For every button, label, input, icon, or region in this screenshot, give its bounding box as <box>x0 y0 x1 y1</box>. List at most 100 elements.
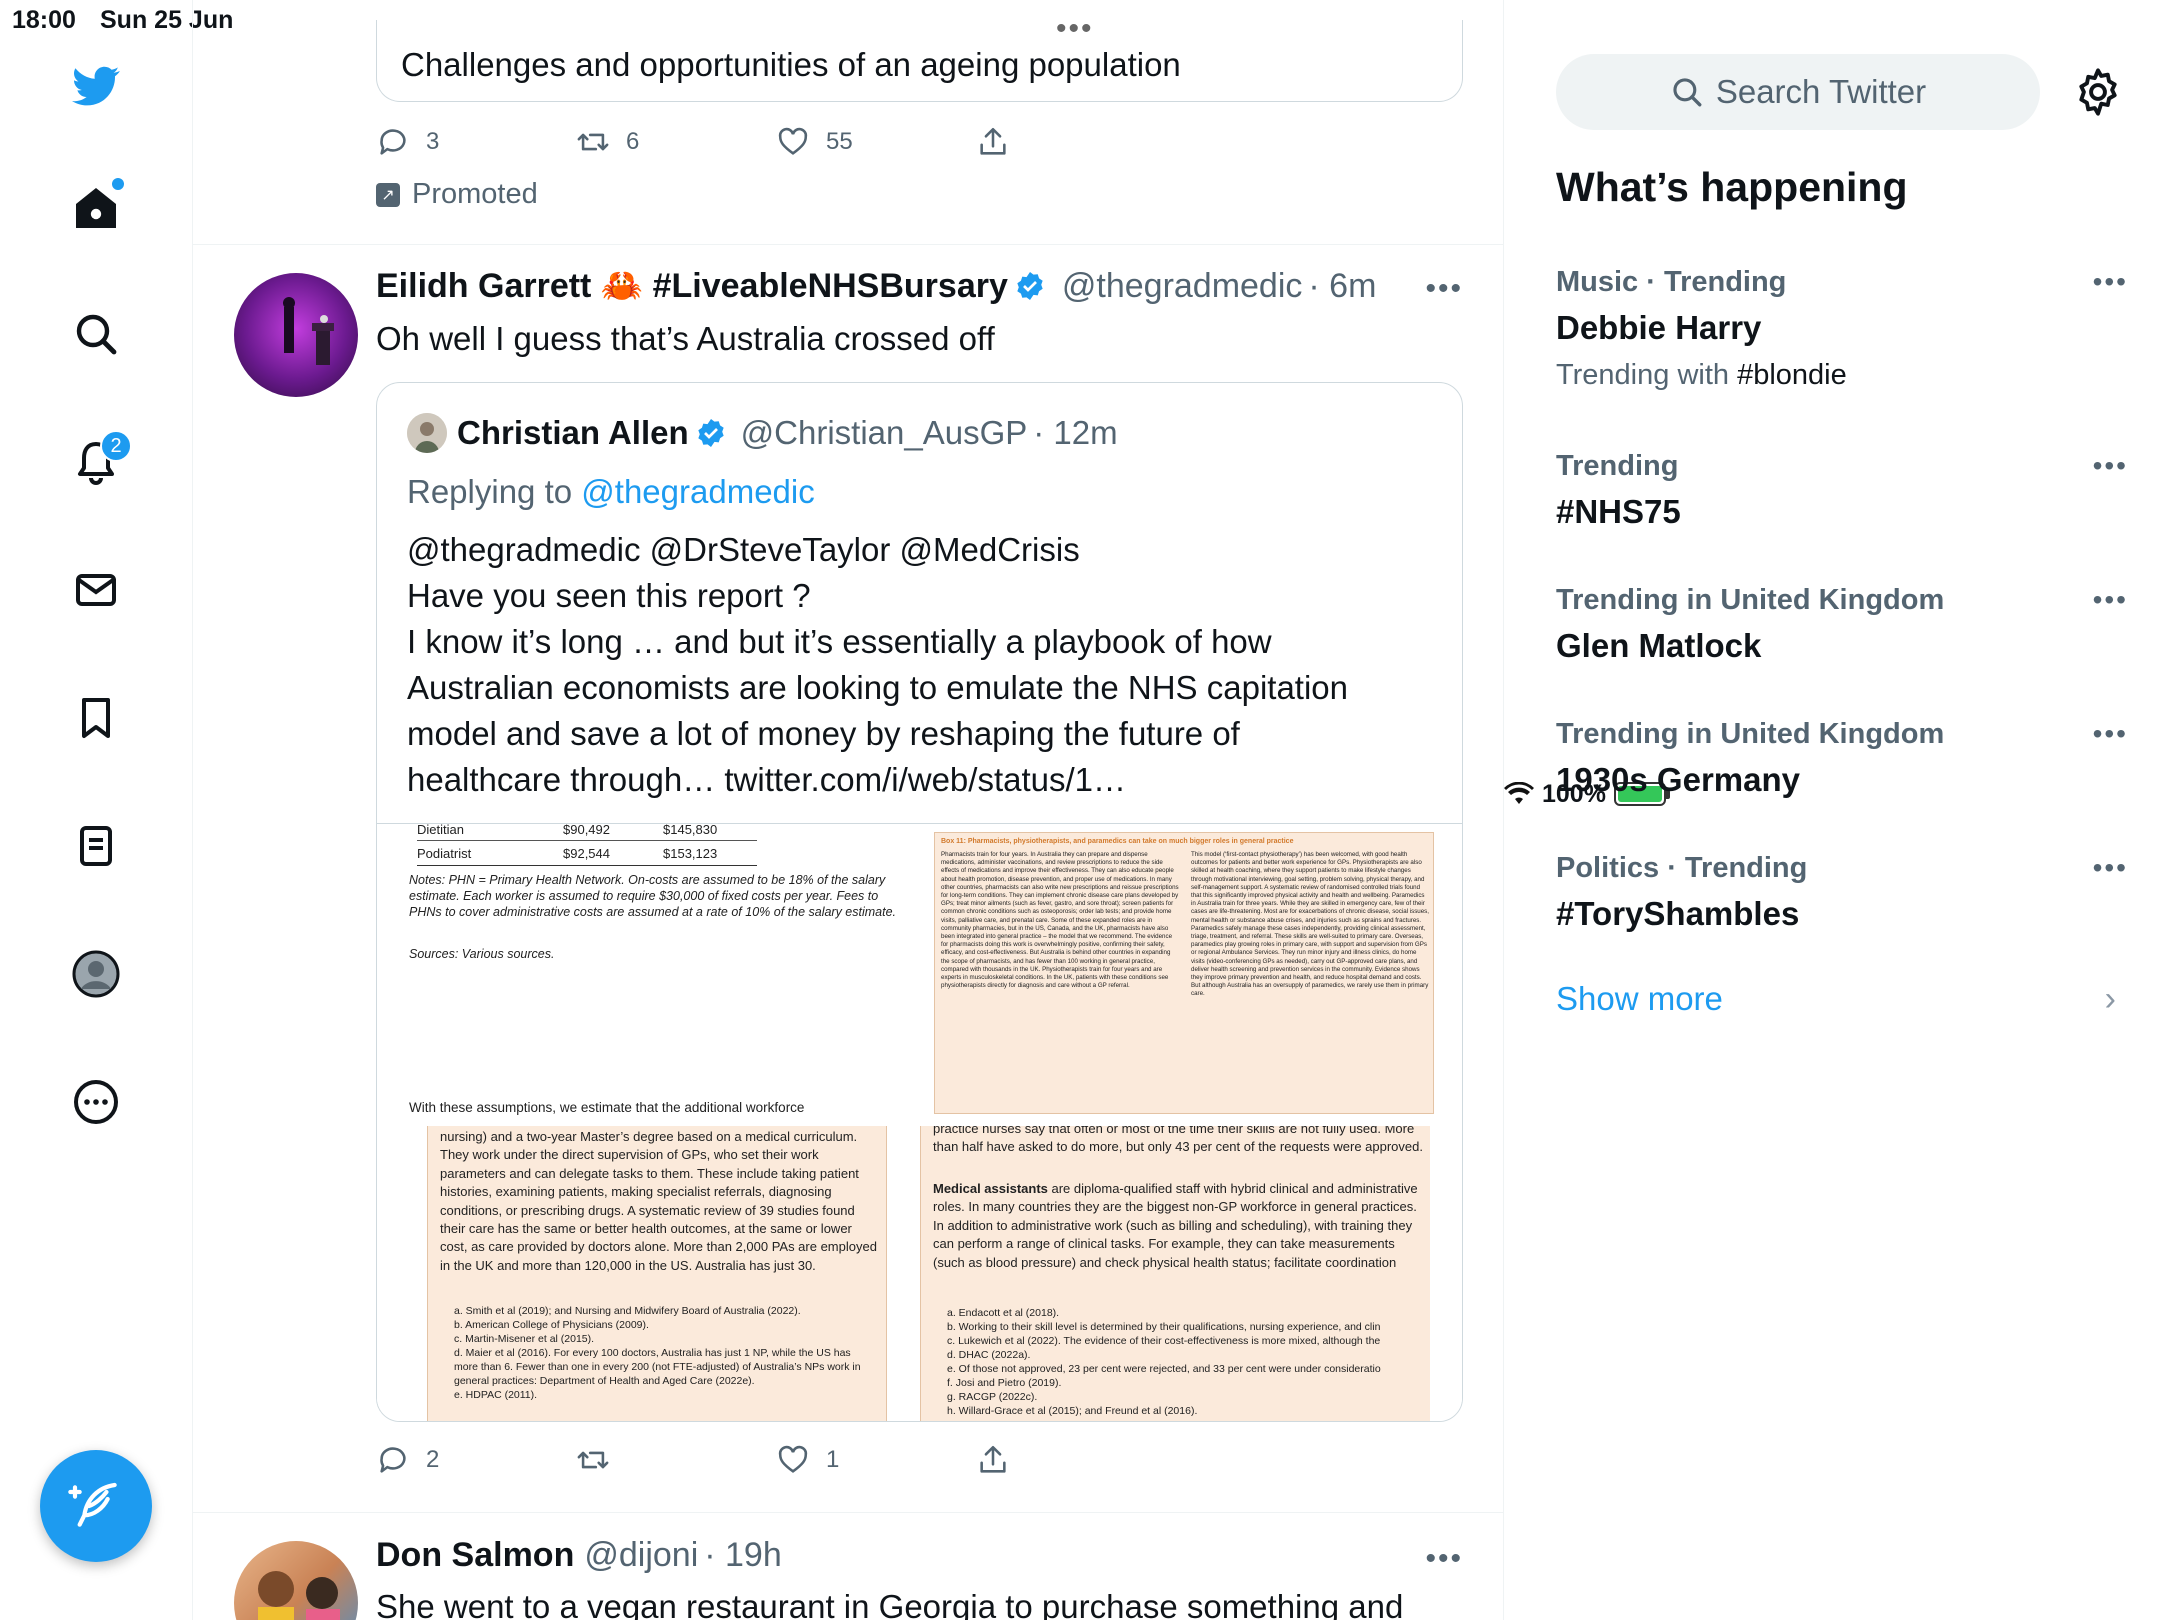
trend-title: #NHS75 <box>1556 493 1681 530</box>
mail-icon[interactable] <box>64 558 128 622</box>
heart-icon <box>778 1445 808 1473</box>
ma-panel: practice nurses say that often or most o… <box>920 1126 1430 1421</box>
retweet-icon <box>577 1451 609 1469</box>
quote-body: @thegradmedic @DrSteveTaylor @MedCrisis … <box>407 527 1437 803</box>
verified-icon <box>697 419 724 447</box>
promo-actions: 3 6 55 <box>376 122 1176 162</box>
tweet1-more-button[interactable]: ••• <box>1425 272 1463 306</box>
bookmark-icon[interactable] <box>64 686 128 750</box>
salary-table: Dietitian $90,492 $145,830 Podiatrist $9… <box>417 820 757 866</box>
lists-icon[interactable] <box>64 814 128 878</box>
quote-line: Australian economists are looking to emu… <box>407 669 1348 706</box>
reply-button[interactable]: 3 <box>376 125 576 159</box>
like-count: 1 <box>826 1446 840 1473</box>
table-sources: Sources: Various sources. <box>409 947 555 961</box>
quote-time: · 12m <box>1033 414 1118 451</box>
workforce-text: With these assumptions, we estimate that… <box>409 1100 805 1115</box>
search-input[interactable]: Search Twitter <box>1556 54 2040 130</box>
retweet-button[interactable]: 6 <box>576 125 776 159</box>
share-button[interactable] <box>976 125 1176 159</box>
trend-title: Glen Matlock <box>1556 627 1762 664</box>
show-more-link[interactable]: Show more › <box>1556 980 2116 1018</box>
reply-icon <box>380 129 406 155</box>
more-circle-icon[interactable] <box>64 1070 128 1134</box>
chevron-right-icon: › <box>2104 980 2116 1018</box>
reference-item: h. Willard-Grace et al (2015); and Freun… <box>947 1405 1198 1417</box>
share-icon <box>980 1445 1006 1473</box>
compose-button[interactable] <box>40 1450 152 1562</box>
reference-item: d. Maier et al (2016). For every 100 doc… <box>454 1347 861 1387</box>
like-button[interactable]: 1 <box>776 1443 976 1477</box>
table-row: Dietitian $90,492 $145,830 <box>417 820 757 841</box>
table-cell: $90,492 <box>563 822 610 837</box>
profile-icon[interactable] <box>64 942 128 1006</box>
trend-context: Music · Trending <box>1556 266 1787 298</box>
trend-item[interactable]: Trending #NHS75 ••• <box>1556 450 2126 531</box>
reference-item: c. Martin-Misener et al (2015). <box>454 1333 595 1345</box>
tweet2-time[interactable]: · 19h <box>704 1536 782 1575</box>
reply-button[interactable]: 2 <box>376 1443 576 1477</box>
gear-icon[interactable] <box>2072 66 2124 118</box>
promoted-text: Promoted <box>412 178 538 210</box>
trend-more-button[interactable]: ••• <box>2093 852 2128 884</box>
trend-sub-prefix: Trending with <box>1556 359 1738 391</box>
reply-icon <box>380 1447 406 1473</box>
tweet2-handle[interactable]: @dijoni <box>584 1536 698 1575</box>
trend-context: Politics · Trending <box>1556 852 1808 884</box>
quote-image-2[interactable]: Box 11: Pharmacists, physiotherapists, a… <box>920 824 1462 1124</box>
quoted-tweet[interactable]: Christian Allen @Christian_AusGP · 12m R… <box>376 382 1463 1422</box>
trend-more-button[interactable]: ••• <box>2093 266 2128 298</box>
trend-context: Trending <box>1556 450 1679 482</box>
bell-icon[interactable]: 2 <box>64 430 132 494</box>
quote-line: healthcare through… twitter.com/i/web/st… <box>407 761 1127 798</box>
trend-more-button[interactable]: ••• <box>2093 584 2128 616</box>
quote-image-3[interactable]: nursing) and a two-year Master’s degree … <box>377 1126 918 1421</box>
trend-more-button[interactable]: ••• <box>2093 450 2128 482</box>
trend-item[interactable]: Music · Trending Debbie Harry Trending w… <box>1556 266 2126 392</box>
show-more-label: Show more <box>1556 980 1723 1017</box>
reference-item: e. HDPAC (2011). <box>454 1389 538 1401</box>
box11-title: Box 11: Pharmacists, physiotherapists, a… <box>941 838 1294 845</box>
share-button[interactable] <box>976 1443 1176 1477</box>
reference-item: e. Of those not approved, 23 per cent we… <box>947 1363 1381 1375</box>
tweet1-time[interactable]: · 6m <box>1308 267 1376 306</box>
table-notes: Notes: PHN = Primary Health Network. On-… <box>409 873 897 919</box>
promo-link-card[interactable]: Challenges and opportunities of an agein… <box>376 20 1463 102</box>
reference-item: a. Smith et al (2019); and Nursing and M… <box>454 1305 801 1317</box>
reference-item: a. Endacott et al (2018). <box>947 1307 1060 1319</box>
twitter-logo-icon[interactable] <box>64 54 128 118</box>
search-placeholder: Search Twitter <box>1715 73 1927 110</box>
verified-icon <box>1017 272 1043 300</box>
notifications-badge: 2 <box>100 430 132 462</box>
promoted-label: ↗ Promoted <box>376 178 538 211</box>
replying-to-link[interactable]: @thegradmedic <box>581 473 814 510</box>
quote-image-4[interactable]: practice nurses say that often or most o… <box>920 1126 1462 1421</box>
left-nav: 2 <box>0 40 192 1620</box>
ma-bold: Medical assistants <box>933 1181 1048 1196</box>
tweet2-more-button[interactable]: ••• <box>1425 1542 1463 1576</box>
retweet-count: 6 <box>626 128 640 155</box>
tweet2-author[interactable]: Don Salmon <box>376 1536 574 1575</box>
trend-item[interactable]: Politics · Trending #ToryShambles ••• <box>1556 852 2126 933</box>
search-icon[interactable] <box>64 302 128 366</box>
trend-more-button[interactable]: ••• <box>2093 718 2128 750</box>
trend-item[interactable]: Trending in United Kingdom 1930s Germany… <box>1556 718 2126 799</box>
ma-text-top: practice nurses say that often or most o… <box>933 1126 1423 1155</box>
tweet-divider <box>193 1512 1503 1513</box>
quote-image-1[interactable]: Dietitian $90,492 $145,830 Podiatrist $9… <box>377 822 918 1124</box>
home-icon[interactable] <box>64 176 128 240</box>
avatar-eilidh[interactable] <box>234 273 358 397</box>
retweet-button[interactable] <box>576 1443 776 1477</box>
promoted-icon: ↗ <box>376 182 400 207</box>
replying-prefix: Replying to <box>407 473 573 510</box>
tweet1-handle[interactable]: @thegradmedic <box>1062 267 1303 306</box>
avatar-don[interactable] <box>234 1541 358 1620</box>
trend-item[interactable]: Trending in United Kingdom Glen Matlock … <box>1556 584 2126 665</box>
tweet1-header: Eilidh Garrett 🦀 #LiveableNHSBursary @th… <box>376 266 1376 306</box>
tweet1-author[interactable]: Eilidh Garrett 🦀 #LiveableNHSBursary <box>376 266 1008 306</box>
table-cell: Podiatrist <box>417 846 472 861</box>
trend-sub-tag[interactable]: #blondie <box>1737 359 1847 391</box>
like-button[interactable]: 55 <box>776 125 976 159</box>
quote-line: Have you seen this report ? <box>407 577 811 614</box>
table-cell: $153,123 <box>663 846 718 861</box>
